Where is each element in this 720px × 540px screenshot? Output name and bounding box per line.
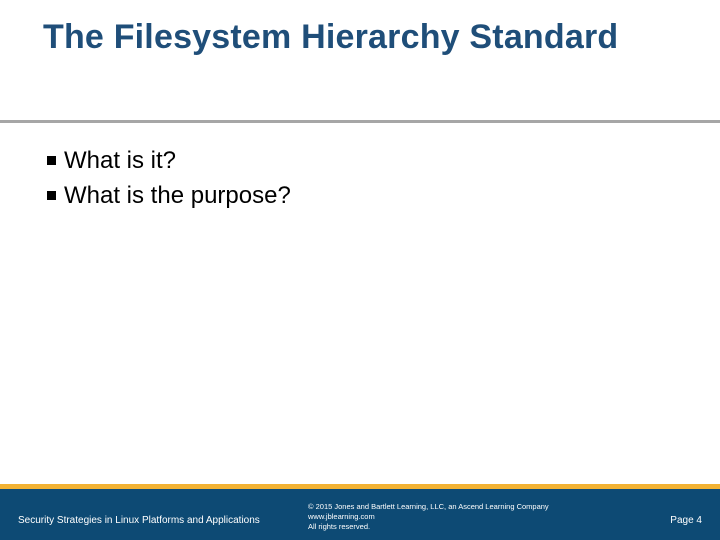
bullet-list: What is it? What is the purpose? [47, 144, 657, 214]
footer-legal: © 2015 Jones and Bartlett Learning, LLC,… [308, 502, 549, 532]
footer-legal-line3: All rights reserved. [308, 522, 549, 532]
list-item: What is it? [47, 144, 657, 179]
slide: The Filesystem Hierarchy Standard What i… [0, 0, 720, 540]
title-underline [0, 120, 720, 123]
bullet-square-icon [47, 191, 56, 200]
bullet-text: What is the purpose? [64, 179, 291, 214]
footer-course-title: Security Strategies in Linux Platforms a… [18, 515, 260, 526]
bullet-square-icon [47, 156, 56, 165]
slide-title: The Filesystem Hierarchy Standard [43, 18, 673, 57]
footer-legal-line2: www.jblearning.com [308, 512, 549, 522]
footer: Security Strategies in Linux Platforms a… [0, 482, 720, 540]
footer-legal-line1: © 2015 Jones and Bartlett Learning, LLC,… [308, 502, 549, 512]
footer-page-number: Page 4 [670, 515, 702, 526]
bullet-text: What is it? [64, 144, 176, 179]
list-item: What is the purpose? [47, 179, 657, 214]
